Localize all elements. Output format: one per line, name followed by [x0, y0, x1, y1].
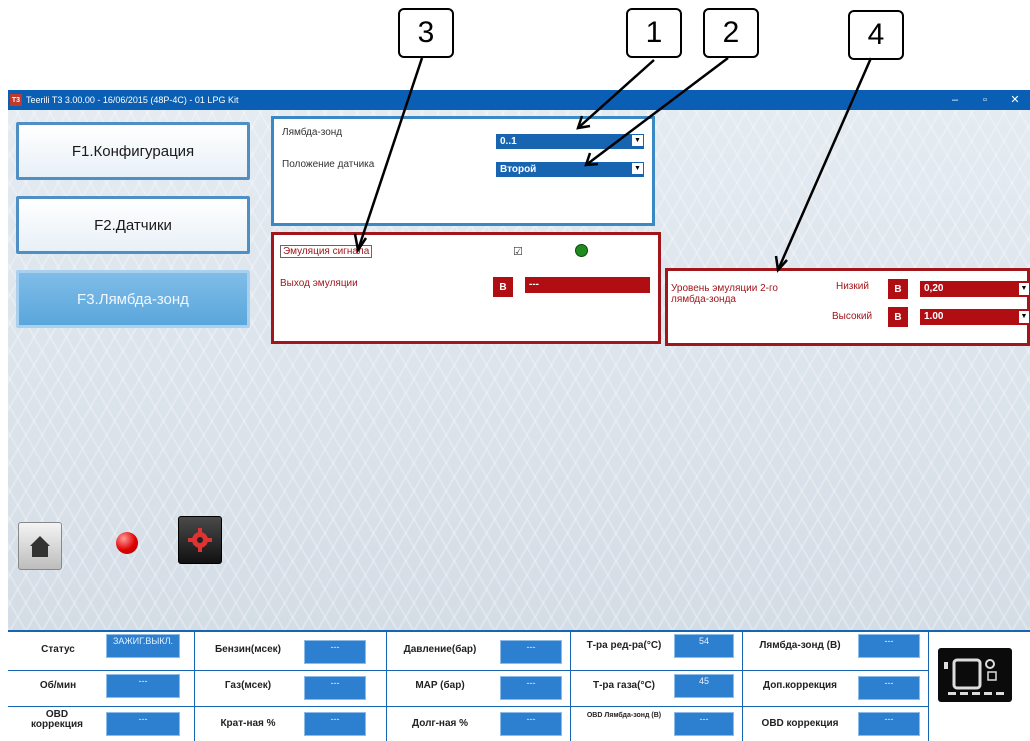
high-level-select[interactable]: 1.00 ▼ [920, 309, 1030, 325]
map-label: MAP (бар) [415, 680, 465, 691]
high-label: Высокий [832, 311, 873, 322]
pressure-value: --- [500, 640, 562, 664]
obd-correction2-label: OBD коррекция [761, 718, 839, 729]
emulation-level-panel: Уровень эмуляции 2-го лямбда-зонда Низки… [665, 268, 1030, 346]
emulation-label: Эмуляция сигнала [280, 245, 373, 258]
app-window: T3 Teerili T3 3.00.00 - 16/06/2015 (48P-… [8, 90, 1030, 741]
chevron-down-icon: ▼ [1019, 283, 1029, 295]
emulation-panel: Эмуляция сигнала ☑ Выход эмуляции В --- [271, 232, 661, 344]
lambda-voltage-label: Лямбда-зонд (В) [759, 640, 841, 651]
gear-icon [188, 528, 212, 552]
emulation-checkbox[interactable]: ☑ [513, 245, 523, 258]
callout-4: 4 [848, 10, 904, 60]
obd-correction2-value: --- [858, 712, 920, 736]
extra-correction-label: Доп.коррекция [762, 680, 838, 691]
high-unit: В [888, 307, 908, 327]
gas-temp-label: Т-ра газа(°C) [592, 680, 656, 691]
status-label: Статус [41, 644, 75, 655]
probe-select-value: 0..1 [500, 136, 517, 147]
connection-status-icon [116, 532, 138, 554]
low-label: Низкий [836, 281, 869, 292]
chevron-down-icon: ▼ [1019, 311, 1029, 323]
position-select-value: Второй [500, 164, 537, 175]
close-button[interactable]: ✕ [1000, 90, 1030, 110]
position-label: Положение датчика [282, 159, 375, 170]
output-field[interactable]: --- [525, 277, 650, 293]
level-title: Уровень эмуляции 2-го лямбда-зонда [671, 283, 778, 305]
short-trim-label: Крат-ная % [220, 718, 276, 729]
obd-lambda-label: OBD Лямбда-зонд (В) [586, 712, 662, 719]
status-value: ЗАЖИГ.ВЫКЛ. [106, 634, 180, 658]
obd-correction-value: --- [106, 712, 180, 736]
fuel-switch-icon [944, 658, 1004, 695]
low-unit: В [888, 279, 908, 299]
reducer-temp-value: 54 [674, 634, 734, 658]
callout-1: 1 [626, 8, 682, 58]
probe-select[interactable]: 0..1 ▼ [496, 134, 644, 149]
extra-correction-value: --- [858, 676, 920, 700]
rpm-label: Об/мин [39, 680, 77, 691]
chevron-down-icon: ▼ [632, 135, 643, 146]
output-field-value: --- [529, 279, 539, 290]
lambda-config-panel: Лямбда-зонд 0..1 ▼ Положение датчика Вто… [271, 116, 655, 226]
lambda-voltage-value: --- [858, 634, 920, 658]
petrol-value: --- [304, 640, 366, 664]
long-trim-label: Долг-ная % [411, 718, 469, 729]
obd-correction-label: OBD коррекция [31, 709, 83, 730]
low-level-select[interactable]: 0,20 ▼ [920, 281, 1030, 297]
gas-temp-value: 45 [674, 674, 734, 698]
output-unit: В [493, 277, 513, 297]
position-select[interactable]: Второй ▼ [496, 162, 644, 177]
window-title: Teerili T3 3.00.00 - 16/06/2015 (48P-4C)… [26, 95, 239, 105]
home-icon [30, 536, 50, 557]
main-area: F1.Конфигурация F2.Датчики F3.Лямбда-зон… [8, 110, 1030, 630]
output-label: Выход эмуляции [280, 278, 358, 289]
nav-sensors-button[interactable]: F2.Датчики [16, 196, 250, 254]
kit-logo [938, 648, 1012, 702]
low-level-value: 0,20 [924, 283, 944, 294]
reducer-temp-label: Т-ра ред-ра(°C) [586, 640, 662, 651]
title-bar: T3 Teerili T3 3.00.00 - 16/06/2015 (48P-… [8, 90, 1030, 110]
gas-label: Газ(мсек) [224, 680, 272, 691]
long-trim-value: --- [500, 712, 562, 736]
high-level-value: 1.00 [924, 311, 944, 322]
home-button[interactable] [18, 522, 62, 570]
callout-2: 2 [703, 8, 759, 58]
probe-label: Лямбда-зонд [282, 127, 343, 138]
short-trim-value: --- [304, 712, 366, 736]
pressure-label: Давление(бар) [403, 644, 477, 655]
settings-button[interactable] [178, 516, 222, 564]
app-icon: T3 [10, 94, 22, 106]
minimize-button[interactable]: – [940, 90, 970, 110]
status-panel: Статус ЗАЖИГ.ВЫКЛ. Об/мин --- OBD коррек… [8, 630, 1030, 741]
nav-lambda-button[interactable]: F3.Лямбда-зонд [16, 270, 250, 328]
restore-button[interactable]: ▫ [970, 90, 1000, 110]
emulation-status-indicator [575, 244, 588, 257]
chevron-down-icon: ▼ [632, 163, 643, 174]
obd-lambda-value: --- [674, 712, 734, 736]
gas-value: --- [304, 676, 366, 700]
petrol-label: Бензин(мсек) [214, 644, 281, 655]
callout-3: 3 [398, 8, 454, 58]
nav-config-button[interactable]: F1.Конфигурация [16, 122, 250, 180]
map-value: --- [500, 676, 562, 700]
rpm-value: --- [106, 674, 180, 698]
